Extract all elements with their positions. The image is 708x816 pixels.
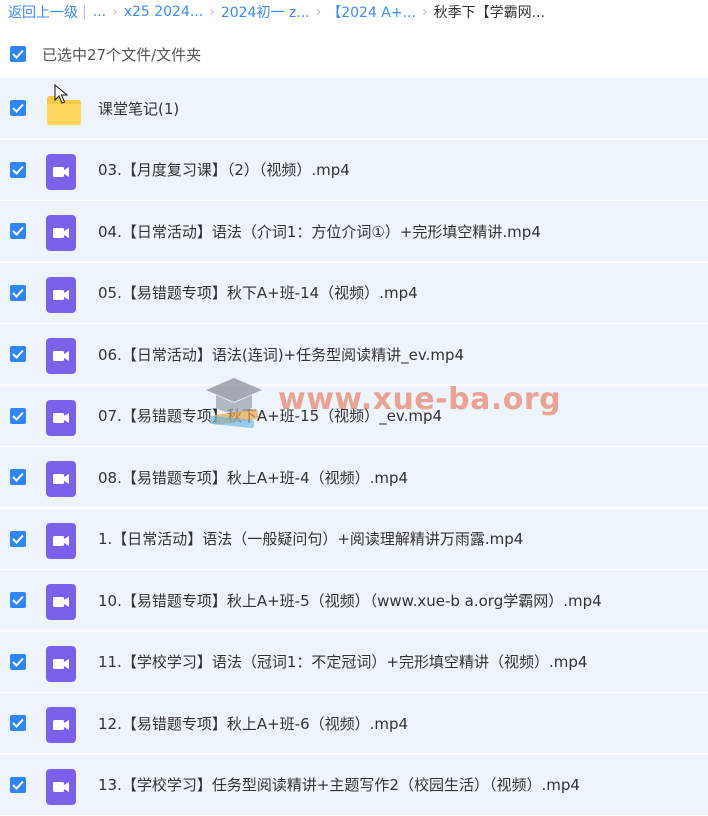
breadcrumb-item-3[interactable]: 【2024 A+...: [327, 2, 416, 22]
chevron-right-icon: ›: [315, 4, 322, 20]
video-icon: [46, 338, 76, 374]
chevron-right-icon: ›: [112, 4, 118, 20]
file-type-video: [46, 153, 76, 194]
file-name[interactable]: 10.【易错题专项】秋上A+班-5（视频）（www.xue-b a.org学霸网…: [98, 590, 602, 611]
file-checkbox[interactable]: [10, 100, 26, 116]
file-row[interactable]: 13.【学校学习】任务型阅读精讲+主题写作2（校园生活）（视频）.mp4: [0, 754, 708, 815]
file-type-video: [46, 707, 76, 747]
file-name[interactable]: 08.【易错题专项】秋上A+班-4（视频）.mp4: [98, 467, 408, 488]
check-icon: [12, 657, 24, 667]
back-link[interactable]: 返回上一级: [8, 2, 78, 22]
video-icon: [46, 153, 76, 190]
video-icon: [46, 584, 76, 620]
file-row[interactable]: 10.【易错题专项】秋上A+班-5（视频）（www.xue-b a.org学霸网…: [0, 570, 708, 630]
file-type-video: [46, 522, 76, 563]
file-name[interactable]: 03.【月度复习课】（2）（视频）.mp4: [98, 159, 350, 180]
check-icon: [12, 411, 24, 421]
file-checkbox[interactable]: [10, 653, 26, 670]
check-icon: [12, 49, 24, 59]
file-checkbox[interactable]: [10, 530, 26, 547]
file-row[interactable]: 06.【日常活动】语法(连词)+任务型阅读精讲_ev.mp4: [0, 324, 708, 384]
file-checkbox[interactable]: [10, 776, 26, 793]
file-type-video: [46, 461, 76, 501]
file-type-video: [46, 276, 76, 317]
video-icon: [46, 522, 76, 559]
file-row[interactable]: 05.【易错题专项】秋下A+班-14（视频）.mp4: [0, 262, 708, 323]
file-checkbox[interactable]: [10, 592, 26, 608]
file-row[interactable]: 07.【易错题专项】秋下A+班-15（视频）_ev.mp4: [0, 385, 708, 446]
check-icon: [12, 595, 24, 605]
file-type-video: [46, 338, 76, 378]
video-icon: [46, 707, 76, 743]
breadcrumb-bar: |: [82, 4, 87, 20]
video-icon: [46, 768, 76, 805]
breadcrumb-ellipsis[interactable]: ...: [93, 4, 106, 20]
file-name[interactable]: 05.【易错题专项】秋下A+班-14（视频）.mp4: [98, 282, 418, 303]
check-icon: [12, 780, 24, 790]
video-icon: [46, 645, 76, 682]
file-list: 课堂笔记(1) 03.【月度复习课】（2）（视频）.mp4 04.【日常活动】语法（…: [0, 78, 708, 816]
check-icon: [12, 288, 24, 298]
check-icon: [12, 226, 24, 236]
video-icon: [46, 276, 76, 313]
video-icon: [46, 461, 76, 497]
file-name[interactable]: 06.【日常活动】语法(连词)+任务型阅读精讲_ev.mp4: [98, 344, 464, 365]
file-row[interactable]: 1.【日常活动】语法（一般疑问句）+阅读理解精讲万雨露.mp4: [0, 508, 708, 569]
chevron-right-icon: ›: [209, 4, 215, 20]
file-name[interactable]: 11.【学校学习】语法（冠词1：不定冠词）+完形填空精讲（视频）.mp4: [98, 651, 587, 672]
breadcrumb-item-1[interactable]: x25 2024...: [124, 4, 204, 20]
file-name[interactable]: 13.【学校学习】任务型阅读精讲+主题写作2（校园生活）（视频）.mp4: [98, 774, 580, 795]
file-type-video: [46, 215, 76, 255]
check-icon: [12, 718, 24, 728]
file-row[interactable]: 03.【月度复习课】（2）（视频）.mp4: [0, 139, 708, 200]
file-row[interactable]: 12.【易错题专项】秋上A+班-6（视频）.mp4: [0, 693, 708, 753]
chevron-right-icon: ›: [421, 4, 428, 20]
video-icon: [46, 399, 76, 436]
file-name[interactable]: 07.【易错题专项】秋下A+班-15（视频）_ev.mp4: [98, 405, 442, 426]
file-row[interactable]: 11.【学校学习】语法（冠词1：不定冠词）+完形填空精讲（视频）.mp4: [0, 631, 708, 692]
file-checkbox[interactable]: [10, 407, 26, 424]
select-all-bar: 已选中27个文件/文件夹: [0, 40, 708, 68]
file-row[interactable]: 08.【易错题专项】秋上A+班-4（视频）.mp4: [0, 447, 708, 507]
file-name[interactable]: 12.【易错题专项】秋上A+班-6（视频）.mp4: [98, 713, 408, 734]
check-icon: [12, 103, 24, 113]
select-all-checkbox[interactable]: [10, 46, 26, 62]
video-icon: [46, 215, 76, 251]
file-name[interactable]: 课堂笔记(1): [98, 98, 179, 119]
file-checkbox[interactable]: [10, 284, 26, 301]
file-row[interactable]: 04.【日常活动】语法（介词1：方位介词①）+完形填空精讲.mp4: [0, 201, 708, 261]
folder-row[interactable]: 课堂笔记(1): [0, 78, 708, 138]
file-type-video: [46, 645, 76, 686]
file-name[interactable]: 04.【日常活动】语法（介词1：方位介词①）+完形填空精讲.mp4: [98, 221, 541, 242]
check-icon: [12, 534, 24, 544]
breadcrumb-item-2[interactable]: 2024初一 z...: [221, 2, 310, 22]
file-checkbox[interactable]: [10, 223, 26, 239]
breadcrumb: 返回上一级 | ... › x25 2024... › 2024初一 z... …: [0, 0, 708, 24]
file-checkbox[interactable]: [10, 469, 26, 485]
file-checkbox[interactable]: [10, 161, 26, 178]
file-name[interactable]: 1.【日常活动】语法（一般疑问句）+阅读理解精讲万雨露.mp4: [98, 528, 523, 549]
check-icon: [12, 472, 24, 482]
file-checkbox[interactable]: [10, 346, 26, 362]
breadcrumb-current: 秋季下【学霸网...: [433, 5, 545, 21]
file-type-video: [46, 399, 76, 440]
selection-count: 已选中27个文件/文件夹: [42, 45, 202, 64]
mouse-cursor-icon: [54, 84, 68, 104]
file-type-video: [46, 768, 76, 809]
file-checkbox[interactable]: [10, 715, 26, 731]
check-icon: [12, 349, 24, 359]
file-type-video: [46, 584, 76, 624]
check-icon: [12, 165, 24, 175]
